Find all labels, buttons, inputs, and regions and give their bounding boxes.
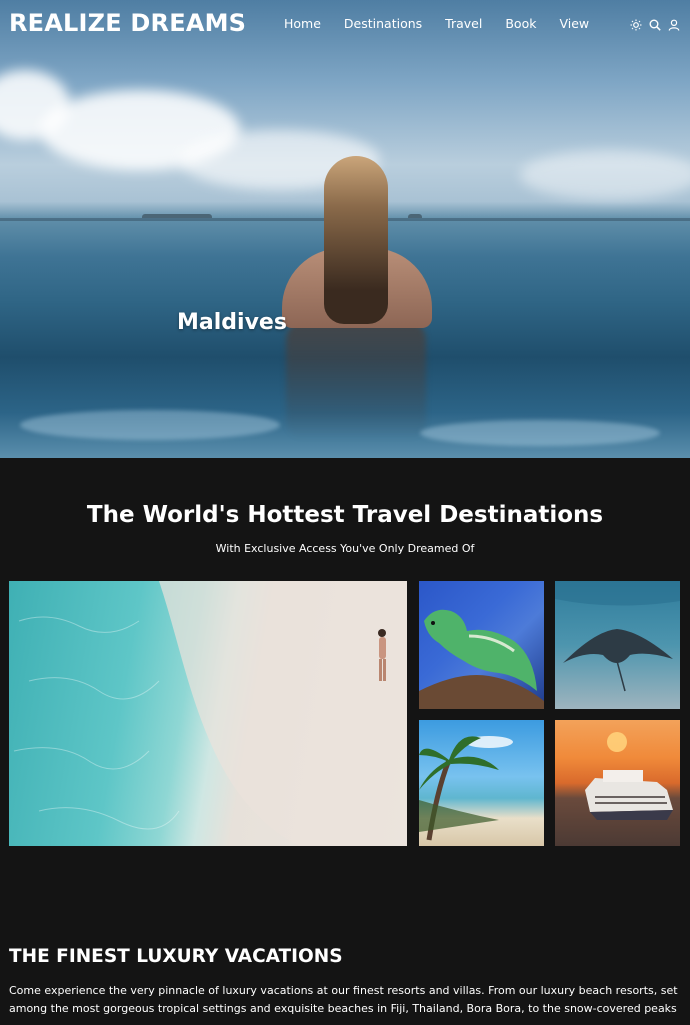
nav-link-travel[interactable]: Travel — [445, 16, 482, 31]
nav-link-book[interactable]: Book — [505, 16, 536, 31]
beach-aerial-image[interactable] — [9, 581, 407, 846]
sun-icon[interactable] — [630, 16, 642, 31]
stingray-image[interactable] — [555, 581, 680, 709]
luxury-description: Come experience the very pinnacle of lux… — [9, 984, 678, 1015]
water-ripple — [420, 420, 660, 446]
cruise-ship-image[interactable] — [555, 720, 680, 846]
swimmer-reflection — [286, 320, 426, 440]
user-icon[interactable] — [668, 16, 680, 31]
main-menu: Home Destinations Travel Book View — [284, 16, 612, 31]
search-icon[interactable] — [649, 16, 661, 31]
palm-beach-image[interactable] — [419, 720, 544, 846]
iguana-image[interactable] — [419, 581, 544, 709]
hero-section: Maldives — [0, 0, 690, 458]
island — [408, 214, 422, 218]
water-ripple — [20, 410, 280, 440]
nav-link-home[interactable]: Home — [284, 16, 321, 31]
cloud — [520, 150, 690, 200]
swimmer-hair — [324, 156, 388, 324]
nav-link-view[interactable]: View — [559, 16, 589, 31]
island — [142, 214, 212, 218]
hero-caption: Maldives — [177, 310, 287, 335]
destinations-title: The World's Hottest Travel Destinations — [86, 502, 604, 528]
site-logo[interactable]: REALIZE DREAMS — [9, 9, 246, 37]
destinations-subtitle: With Exclusive Access You've Only Dreame… — [215, 542, 475, 555]
top-navigation: REALIZE DREAMS Home Destinations Travel … — [0, 0, 690, 48]
nav-icons — [630, 16, 680, 31]
nav-link-destinations[interactable]: Destinations — [344, 16, 422, 31]
luxury-title: THE FINEST LUXURY VACATIONS — [9, 946, 343, 967]
